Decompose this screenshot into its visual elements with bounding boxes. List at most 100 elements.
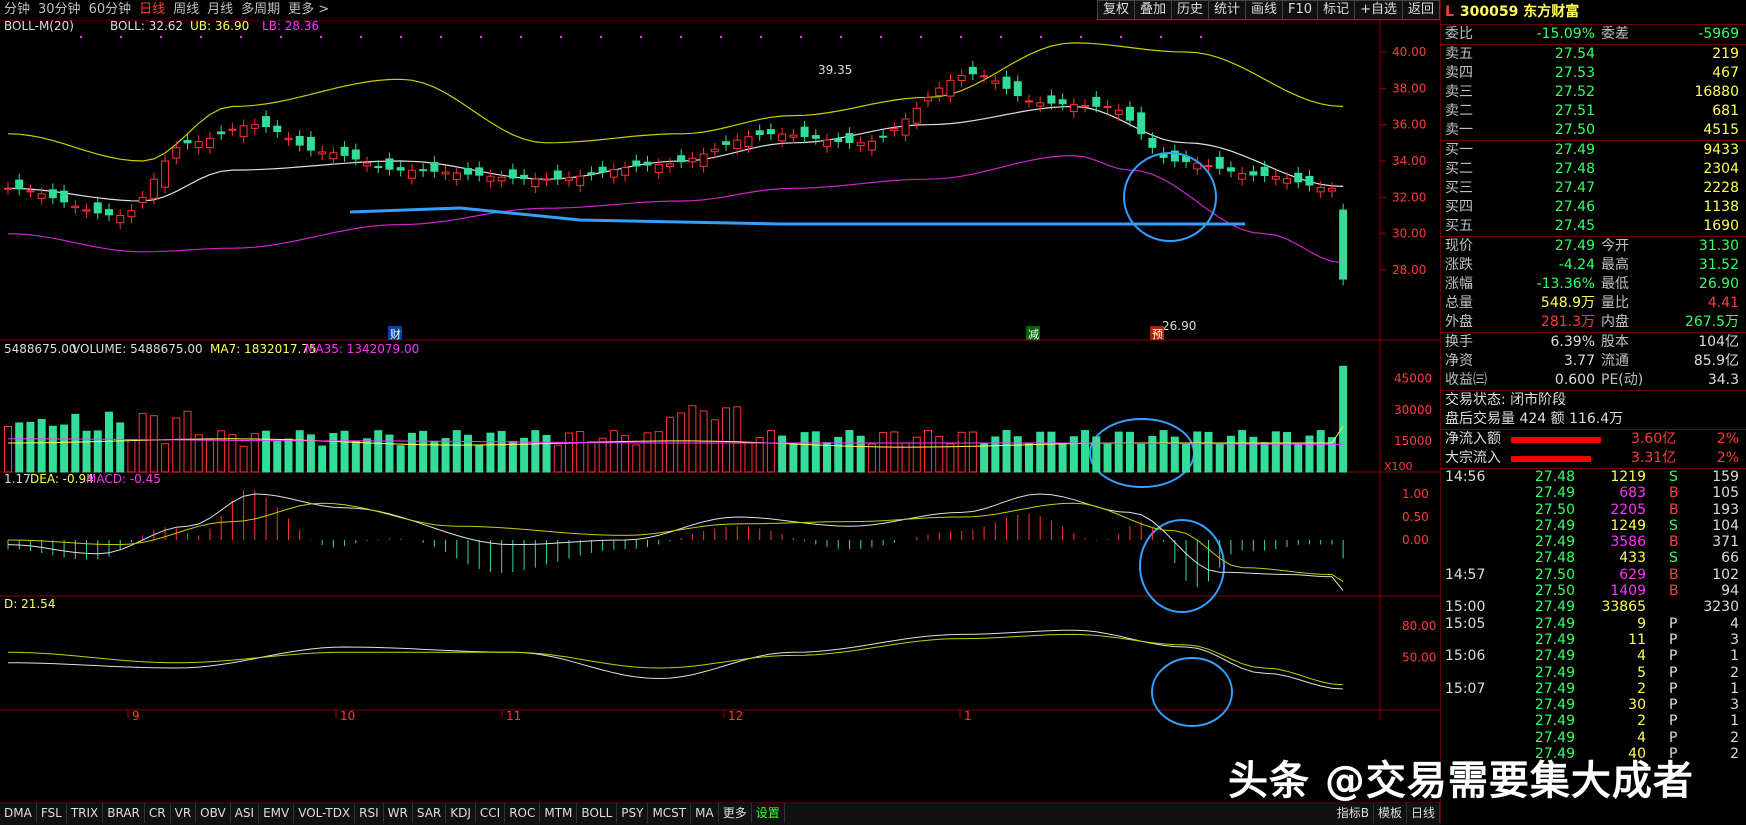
volume-bar xyxy=(508,441,517,473)
indicator-tabbar: DMA FSL TRIX BRAR CR VR OBV ASI EMV VOL-TDX RSI WR S… xyxy=(0,802,1440,825)
toolbar-button-8[interactable]: 返回 xyxy=(1401,0,1440,20)
volume-bar xyxy=(1013,436,1022,473)
volume-bar xyxy=(138,412,147,473)
candle-body xyxy=(48,189,57,199)
bid-price: 27.48 xyxy=(1554,161,1595,177)
candle-body xyxy=(879,135,888,138)
indicator-tab-5[interactable]: VR xyxy=(171,803,197,823)
timeframe-7[interactable]: 更多 > xyxy=(284,0,333,20)
tick-list[interactable]: 14:56 27.48 1219 S 159 27.49 683 B 105 27.50 2205 B… xyxy=(1441,469,1746,762)
bottom-right-0[interactable]: 指标B xyxy=(1333,803,1374,823)
indicator-tab-14[interactable]: CCI xyxy=(476,803,506,823)
candle-body xyxy=(991,80,1000,84)
indicator-tab-0[interactable]: DMA xyxy=(0,803,37,823)
tick-row: 14:56 27.48 1219 S 159 xyxy=(1445,469,1739,485)
indicator-tab-6[interactable]: OBV xyxy=(196,803,231,823)
volume-bar xyxy=(733,406,742,473)
dot-marker xyxy=(1000,36,1002,38)
candle-body xyxy=(26,190,35,193)
volume-bar xyxy=(1069,436,1078,473)
volume-bar xyxy=(464,434,472,473)
toolbar-button-2[interactable]: 历史 xyxy=(1170,0,1209,20)
timeframe-4[interactable]: 周线 xyxy=(169,0,203,20)
candle-body xyxy=(834,138,843,143)
indicator-tab-20[interactable]: MA xyxy=(691,803,719,823)
kline-chart[interactable]: 40.00 38.00 36.00 34.00 32.00 30.00 28.00 BOLL-… xyxy=(0,19,1440,800)
timeframe-2[interactable]: 60分钟 xyxy=(85,0,136,20)
candle-body xyxy=(800,126,809,138)
candle-body xyxy=(1215,156,1224,169)
bid-price: 27.49 xyxy=(1554,142,1595,158)
timeframe-0[interactable]: 分钟 xyxy=(0,0,34,20)
volume-bar xyxy=(161,443,170,473)
timeframe-5[interactable]: 月线 xyxy=(203,0,237,20)
timeframe-6[interactable]: 多周期 xyxy=(237,0,284,20)
indicator-tab-12[interactable]: SAR xyxy=(413,803,447,823)
indicator-tab-10[interactable]: RSI xyxy=(355,803,384,823)
volume-bar xyxy=(654,431,663,473)
indicator-tab-21[interactable]: 更多 xyxy=(719,803,752,823)
toolbar-button-6[interactable]: 标记 xyxy=(1317,0,1356,20)
volume-bar xyxy=(1137,443,1146,473)
indicator-tab-3[interactable]: BRAR xyxy=(103,803,145,823)
indicator-tab-8[interactable]: EMV xyxy=(259,803,295,823)
indicator-tab-11[interactable]: WR xyxy=(384,803,413,823)
event-marker[interactable]: 财 xyxy=(390,327,401,341)
volume-bar xyxy=(520,437,529,473)
indicator-tab-19[interactable]: MCST xyxy=(648,803,692,823)
timeframe-1[interactable]: 30分钟 xyxy=(34,0,85,20)
candle-body xyxy=(1002,76,1011,89)
indicator-tab-22[interactable]: 设置 xyxy=(752,803,785,823)
timeframe-3[interactable]: 日线 xyxy=(135,0,169,20)
dot-marker xyxy=(800,36,802,38)
event-marker[interactable]: 减 xyxy=(1028,328,1039,341)
volume-bar xyxy=(677,412,686,473)
event-marker[interactable]: 预 xyxy=(1152,328,1163,341)
volume-axis-label: 30000 xyxy=(1394,403,1432,417)
volume-ma35: MA35: 1342079.00 xyxy=(305,342,419,356)
toolbar-button-5[interactable]: F10 xyxy=(1282,0,1319,20)
volume-bar xyxy=(497,430,506,473)
candle-body xyxy=(677,155,686,163)
chart-area[interactable]: 40.00 38.00 36.00 34.00 32.00 30.00 28.00 BOLL-… xyxy=(0,19,1440,800)
indicator-tab-1[interactable]: FSL xyxy=(37,803,67,823)
weicha-value: -5969 xyxy=(1698,26,1739,42)
candle-body xyxy=(632,160,641,167)
volume-bar xyxy=(1283,432,1292,473)
indicator-tab-15[interactable]: ROC xyxy=(505,803,541,823)
toolbar-button-1[interactable]: 叠加 xyxy=(1133,0,1172,20)
bottom-right-2[interactable]: 日线 xyxy=(1407,803,1440,823)
stat-row-3: 总量 548.9万 量比 4.41 xyxy=(1445,295,1739,311)
boll-lb: LB: 28.36 xyxy=(262,20,319,33)
toolbar-button-0[interactable]: 复权 xyxy=(1096,0,1135,20)
indicator-tab-4[interactable]: CR xyxy=(145,803,171,823)
high-label: 39.35 xyxy=(818,63,852,77)
candle-body xyxy=(1339,209,1348,280)
x-axis-label: 1 xyxy=(964,709,972,723)
toolbar-button-7[interactable]: +自选 xyxy=(1354,0,1403,20)
indicator-tab-2[interactable]: TRIX xyxy=(67,803,104,823)
toolbar-button-4[interactable]: 画线 xyxy=(1245,0,1284,20)
candle-body xyxy=(419,169,428,172)
indicator-tab-7[interactable]: ASI xyxy=(231,803,260,823)
tick-row: 27.50 1409 B 94 xyxy=(1534,583,1739,600)
volume-bar xyxy=(542,434,551,473)
indicator-tab-16[interactable]: MTM xyxy=(540,803,578,823)
volume-bar xyxy=(632,444,641,473)
indicator-tab-18[interactable]: PSY xyxy=(617,803,649,823)
candle-body xyxy=(912,107,921,124)
tick-row: 15:06 27.49 4 P 1 xyxy=(1445,648,1739,665)
kdj-axis-label: 50.00 xyxy=(1402,651,1436,665)
candle-body xyxy=(172,147,181,159)
indicator-tab-9[interactable]: VOL-TDX xyxy=(294,803,356,823)
dot-marker xyxy=(280,36,282,38)
candle-body xyxy=(755,130,764,136)
capital-flows: 净流入额 3.60亿 2% 大宗流入 3.31亿 2% xyxy=(1441,430,1746,468)
toolbar-button-3[interactable]: 统计 xyxy=(1208,0,1247,20)
candle-body xyxy=(464,168,472,175)
price-axis-label: 36.00 xyxy=(1392,118,1426,132)
bottom-right-1[interactable]: 模板 xyxy=(1374,803,1407,823)
bid-volume: 1138 xyxy=(1703,199,1739,215)
indicator-tab-13[interactable]: KDJ xyxy=(446,803,476,823)
indicator-tab-17[interactable]: BOLL xyxy=(577,803,618,823)
